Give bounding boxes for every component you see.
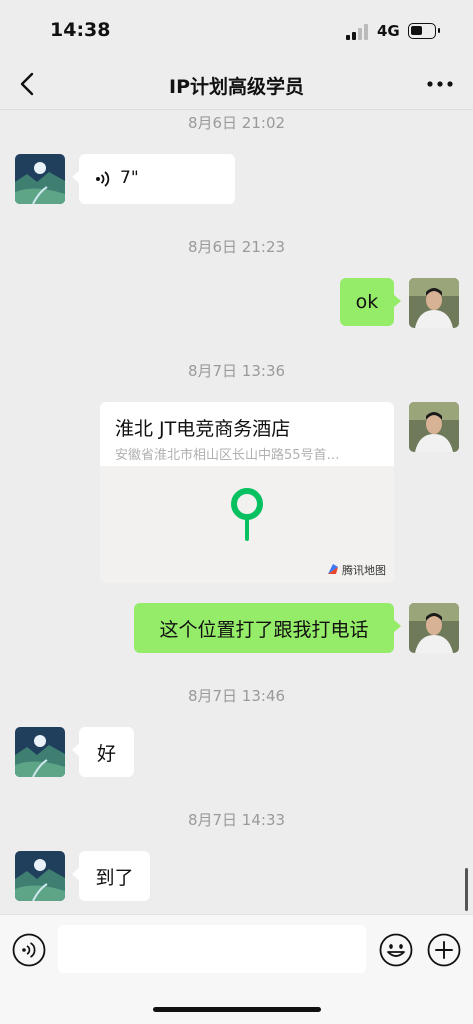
message-timestamp: 8月6日 21:02 <box>187 114 286 132</box>
contact-avatar[interactable] <box>15 154 65 204</box>
voice-message-bubble[interactable]: 7" <box>72 154 235 204</box>
message-input[interactable] <box>58 925 366 973</box>
sent-message-bubble[interactable]: ok <box>340 278 401 326</box>
message-text: 到了 <box>95 866 134 889</box>
message-timestamp: 8月7日 13:46 <box>187 687 286 705</box>
map-pin-icon <box>231 488 263 548</box>
location-name: 淮北 JT电竞商务酒店 <box>115 418 291 440</box>
received-message-bubble[interactable]: 好 <box>72 727 134 777</box>
plus-icon[interactable] <box>427 933 461 967</box>
map-brand-label: 腾讯地图 <box>342 564 386 577</box>
signal-icon <box>346 24 370 40</box>
message-timestamp: 8月7日 13:36 <box>187 362 286 380</box>
status-bar: 14:38 4G <box>0 0 473 58</box>
scroll-indicator[interactable] <box>465 868 468 911</box>
voice-wave-icon <box>94 170 112 193</box>
location-map: 腾讯地图 <box>100 466 394 583</box>
chat-header: IP计划高级学员 <box>0 58 473 110</box>
input-bar <box>0 914 473 1024</box>
map-brand: 腾讯地图 <box>327 562 386 578</box>
contact-avatar[interactable] <box>15 851 65 901</box>
message-text: ok <box>355 291 379 313</box>
battery-icon <box>408 23 440 39</box>
network-type: 4G <box>377 22 400 40</box>
message-timestamp: 8月7日 14:33 <box>187 811 286 829</box>
self-avatar[interactable] <box>409 603 459 653</box>
voice-input-icon[interactable] <box>12 933 46 967</box>
message-text: 这个位置打了跟我打电话 <box>159 618 369 641</box>
location-card[interactable]: 淮北 JT电竞商务酒店 安徽省淮北市相山区长山中路55号首… 腾讯地图 <box>100 402 394 583</box>
chat-title: IP计划高级学员 <box>169 76 304 98</box>
sent-message-bubble[interactable]: 这个位置打了跟我打电话 <box>134 603 401 653</box>
received-message-bubble[interactable]: 到了 <box>72 851 150 901</box>
contact-avatar[interactable] <box>15 727 65 777</box>
status-time: 14:38 <box>50 19 111 41</box>
location-address: 安徽省淮北市相山区长山中路55号首… <box>115 448 340 463</box>
more-dots-icon[interactable] <box>426 72 454 96</box>
emoji-icon[interactable] <box>379 933 413 967</box>
message-text: 好 <box>96 742 116 765</box>
message-timestamp: 8月6日 21:23 <box>187 238 286 256</box>
self-avatar[interactable] <box>409 402 459 452</box>
self-avatar[interactable] <box>409 278 459 328</box>
tencent-map-logo-icon <box>327 563 339 578</box>
home-indicator[interactable] <box>153 1007 321 1012</box>
voice-duration: 7" <box>120 168 139 188</box>
